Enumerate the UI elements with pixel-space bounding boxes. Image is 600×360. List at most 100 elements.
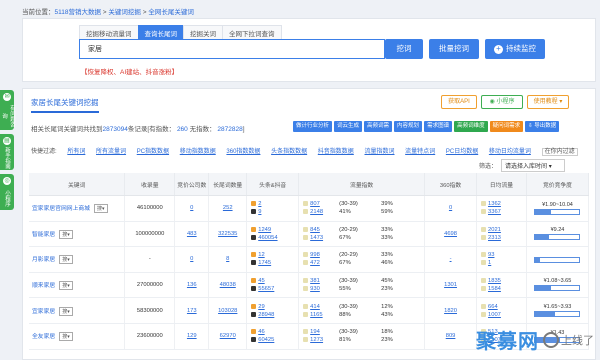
filter-flow-feature[interactable]: 流量特点词 [405,149,435,155]
engine-select[interactable]: 搜▾ [59,332,73,342]
engine-select[interactable]: 搜▾ [59,281,73,291]
daily-pc[interactable]: 1835 [488,278,501,284]
filter-mobile[interactable]: 移动指数数据 [180,149,216,155]
col-bid-compete[interactable]: 竞价竞争度 [526,173,590,196]
filter-all-flow[interactable]: 所有流量词 [96,149,126,155]
filter-pc[interactable]: PC指数数据 [137,149,169,155]
highfreq-button[interactable]: 高频词需 [364,121,393,132]
bid-link[interactable]: 483 [187,231,197,237]
toutiao-value[interactable]: 2 [258,201,261,207]
col-bid[interactable]: 竞价公司数 [174,173,210,196]
bid-link[interactable]: 0 [190,256,193,262]
bid-link[interactable]: 129 [187,333,197,339]
highfreq-dim-button[interactable]: 高频词维度 [454,121,488,132]
flow-pc[interactable]: 414 [310,304,320,310]
promo-warning[interactable]: 【恢复降权、AI建站、抖音涨粉】 [81,66,178,76]
daily-pc[interactable]: 2021 [488,227,501,233]
daily-mobile[interactable]: 2313 [488,235,501,241]
longtail-link[interactable]: 48038 [220,282,236,288]
daily-pc[interactable]: 664 [488,304,498,310]
toutiao-value[interactable]: 1249 [258,227,271,233]
col-index[interactable]: 收录量 [124,173,176,196]
s360-link[interactable]: 0 [449,205,452,211]
flow-mobile[interactable]: 1473 [310,235,323,241]
col-360[interactable]: 360指数 [424,173,478,196]
tutorial-button[interactable]: 使用教程 ▾ [527,95,569,109]
filter-mobile-daily[interactable]: 移动日均流量词 [489,149,531,155]
engine-select[interactable]: 搜▾ [59,306,73,316]
keyword-link[interactable]: 智能家居 [32,232,55,238]
longtail-link[interactable]: 103028 [218,308,237,314]
bid-link[interactable]: 173 [187,308,197,314]
engine-select[interactable]: 搜▾ [93,204,108,214]
daily-pc[interactable]: 1362 [488,201,501,207]
col-keyword[interactable]: 关键词 [29,173,126,196]
col-toutiao[interactable]: 头条&抖音 [246,173,300,196]
douyin-value[interactable]: 55657 [258,286,274,292]
toutiao-value[interactable]: 12 [258,252,264,258]
filter-flow-index[interactable]: 流量指数词 [364,149,394,155]
side-tab-guide[interactable]: ▤ 新手指南 [0,134,14,170]
question-words-button[interactable]: 疑问词需求 [489,121,524,132]
industry-analysis-button[interactable]: 做计行业分析 [293,121,333,132]
engine-select[interactable]: 搜▾ [59,255,73,265]
bid-link[interactable]: 136 [187,282,197,288]
flow-mobile[interactable]: 472 [310,260,320,266]
side-tab-miniapp[interactable]: ◎ 小程序 [0,174,14,210]
engine-select[interactable]: 搜▾ [59,229,73,239]
toutiao-value[interactable]: 45 [258,278,264,284]
daily-mobile[interactable]: 1584 [488,286,501,292]
flow-mobile[interactable]: 1165 [310,312,322,318]
filter-all[interactable]: 所有词 [67,149,85,155]
search-input[interactable]: 家居 [79,39,385,59]
longtail-link[interactable]: 8 [226,256,229,262]
douyin-value[interactable]: 460054 [258,235,277,241]
douyin-value[interactable]: 60425 [258,337,274,343]
douyin-value[interactable]: 1745 [258,260,271,266]
keyword-link[interactable]: 宜家家居官网网上商城 [32,206,90,212]
filter-douyin[interactable]: 抖音指数数据 [318,149,354,155]
s360-link[interactable]: 1820 [444,308,457,314]
flow-pc[interactable]: 845 [310,227,320,233]
miniapp-button[interactable]: ◉ 小程序 [481,95,523,109]
filter-toutiao[interactable]: 头条指数数据 [271,149,307,155]
wordcloud-button[interactable]: 词云生成 [334,121,363,132]
col-flow[interactable]: 流量指数 [298,173,426,196]
search-button[interactable]: 挖词 [385,39,423,59]
longtail-link[interactable]: 252 [223,205,233,211]
toutiao-value[interactable]: 29 [258,304,264,310]
bid-link[interactable]: 0 [190,205,193,211]
s360-link[interactable]: - [450,256,452,262]
monitor-button[interactable]: + 持续监控 [485,39,545,59]
content-plan-button[interactable]: 内容规划 [394,121,423,132]
time-select[interactable]: 请选择入库时间 ▾ [501,159,566,172]
flow-mobile[interactable]: 930 [310,286,320,292]
api-button[interactable]: 获取API [441,95,477,109]
side-tab-consult[interactable]: ✉ 有问题咨询 [0,90,15,130]
daily-mobile[interactable]: 3367 [488,209,501,215]
douyin-value[interactable]: 9 [258,209,261,215]
keyword-link[interactable]: 月影家居 [32,257,55,263]
demand-graph-button[interactable]: 需求图谱 [424,121,453,132]
s360-link[interactable]: 1301 [444,282,457,288]
keyword-link[interactable]: 全友家居 [32,334,55,340]
filter-360[interactable]: 360指数数据 [226,149,260,155]
flow-pc[interactable]: 381 [310,278,320,284]
keyword-link[interactable]: 顺来家居 [32,283,55,289]
longtail-link[interactable]: 322535 [218,231,237,237]
flow-pc[interactable]: 998 [310,252,320,258]
flow-pc[interactable]: 807 [310,201,320,207]
flow-mobile[interactable]: 2148 [310,209,323,215]
douyin-value[interactable]: 28948 [258,312,274,318]
daily-pc[interactable]: 93 [488,252,494,258]
batch-search-button[interactable]: 批量挖词 [429,39,479,59]
col-daily[interactable]: 日均流量 [476,173,527,196]
daily-mobile[interactable]: 1007 [488,312,501,318]
s360-link[interactable]: 809 [446,333,456,339]
col-longtail[interactable]: 长尾词数量 [208,173,248,196]
flow-pc[interactable]: 194 [310,329,320,335]
breadcrumb-item-3[interactable]: 全网长尾关键词 [148,9,194,16]
filter-pc-daily[interactable]: PC日均数据 [446,149,478,155]
longtail-link[interactable]: 62970 [220,333,236,339]
daily-mobile[interactable]: 1 [488,260,491,266]
